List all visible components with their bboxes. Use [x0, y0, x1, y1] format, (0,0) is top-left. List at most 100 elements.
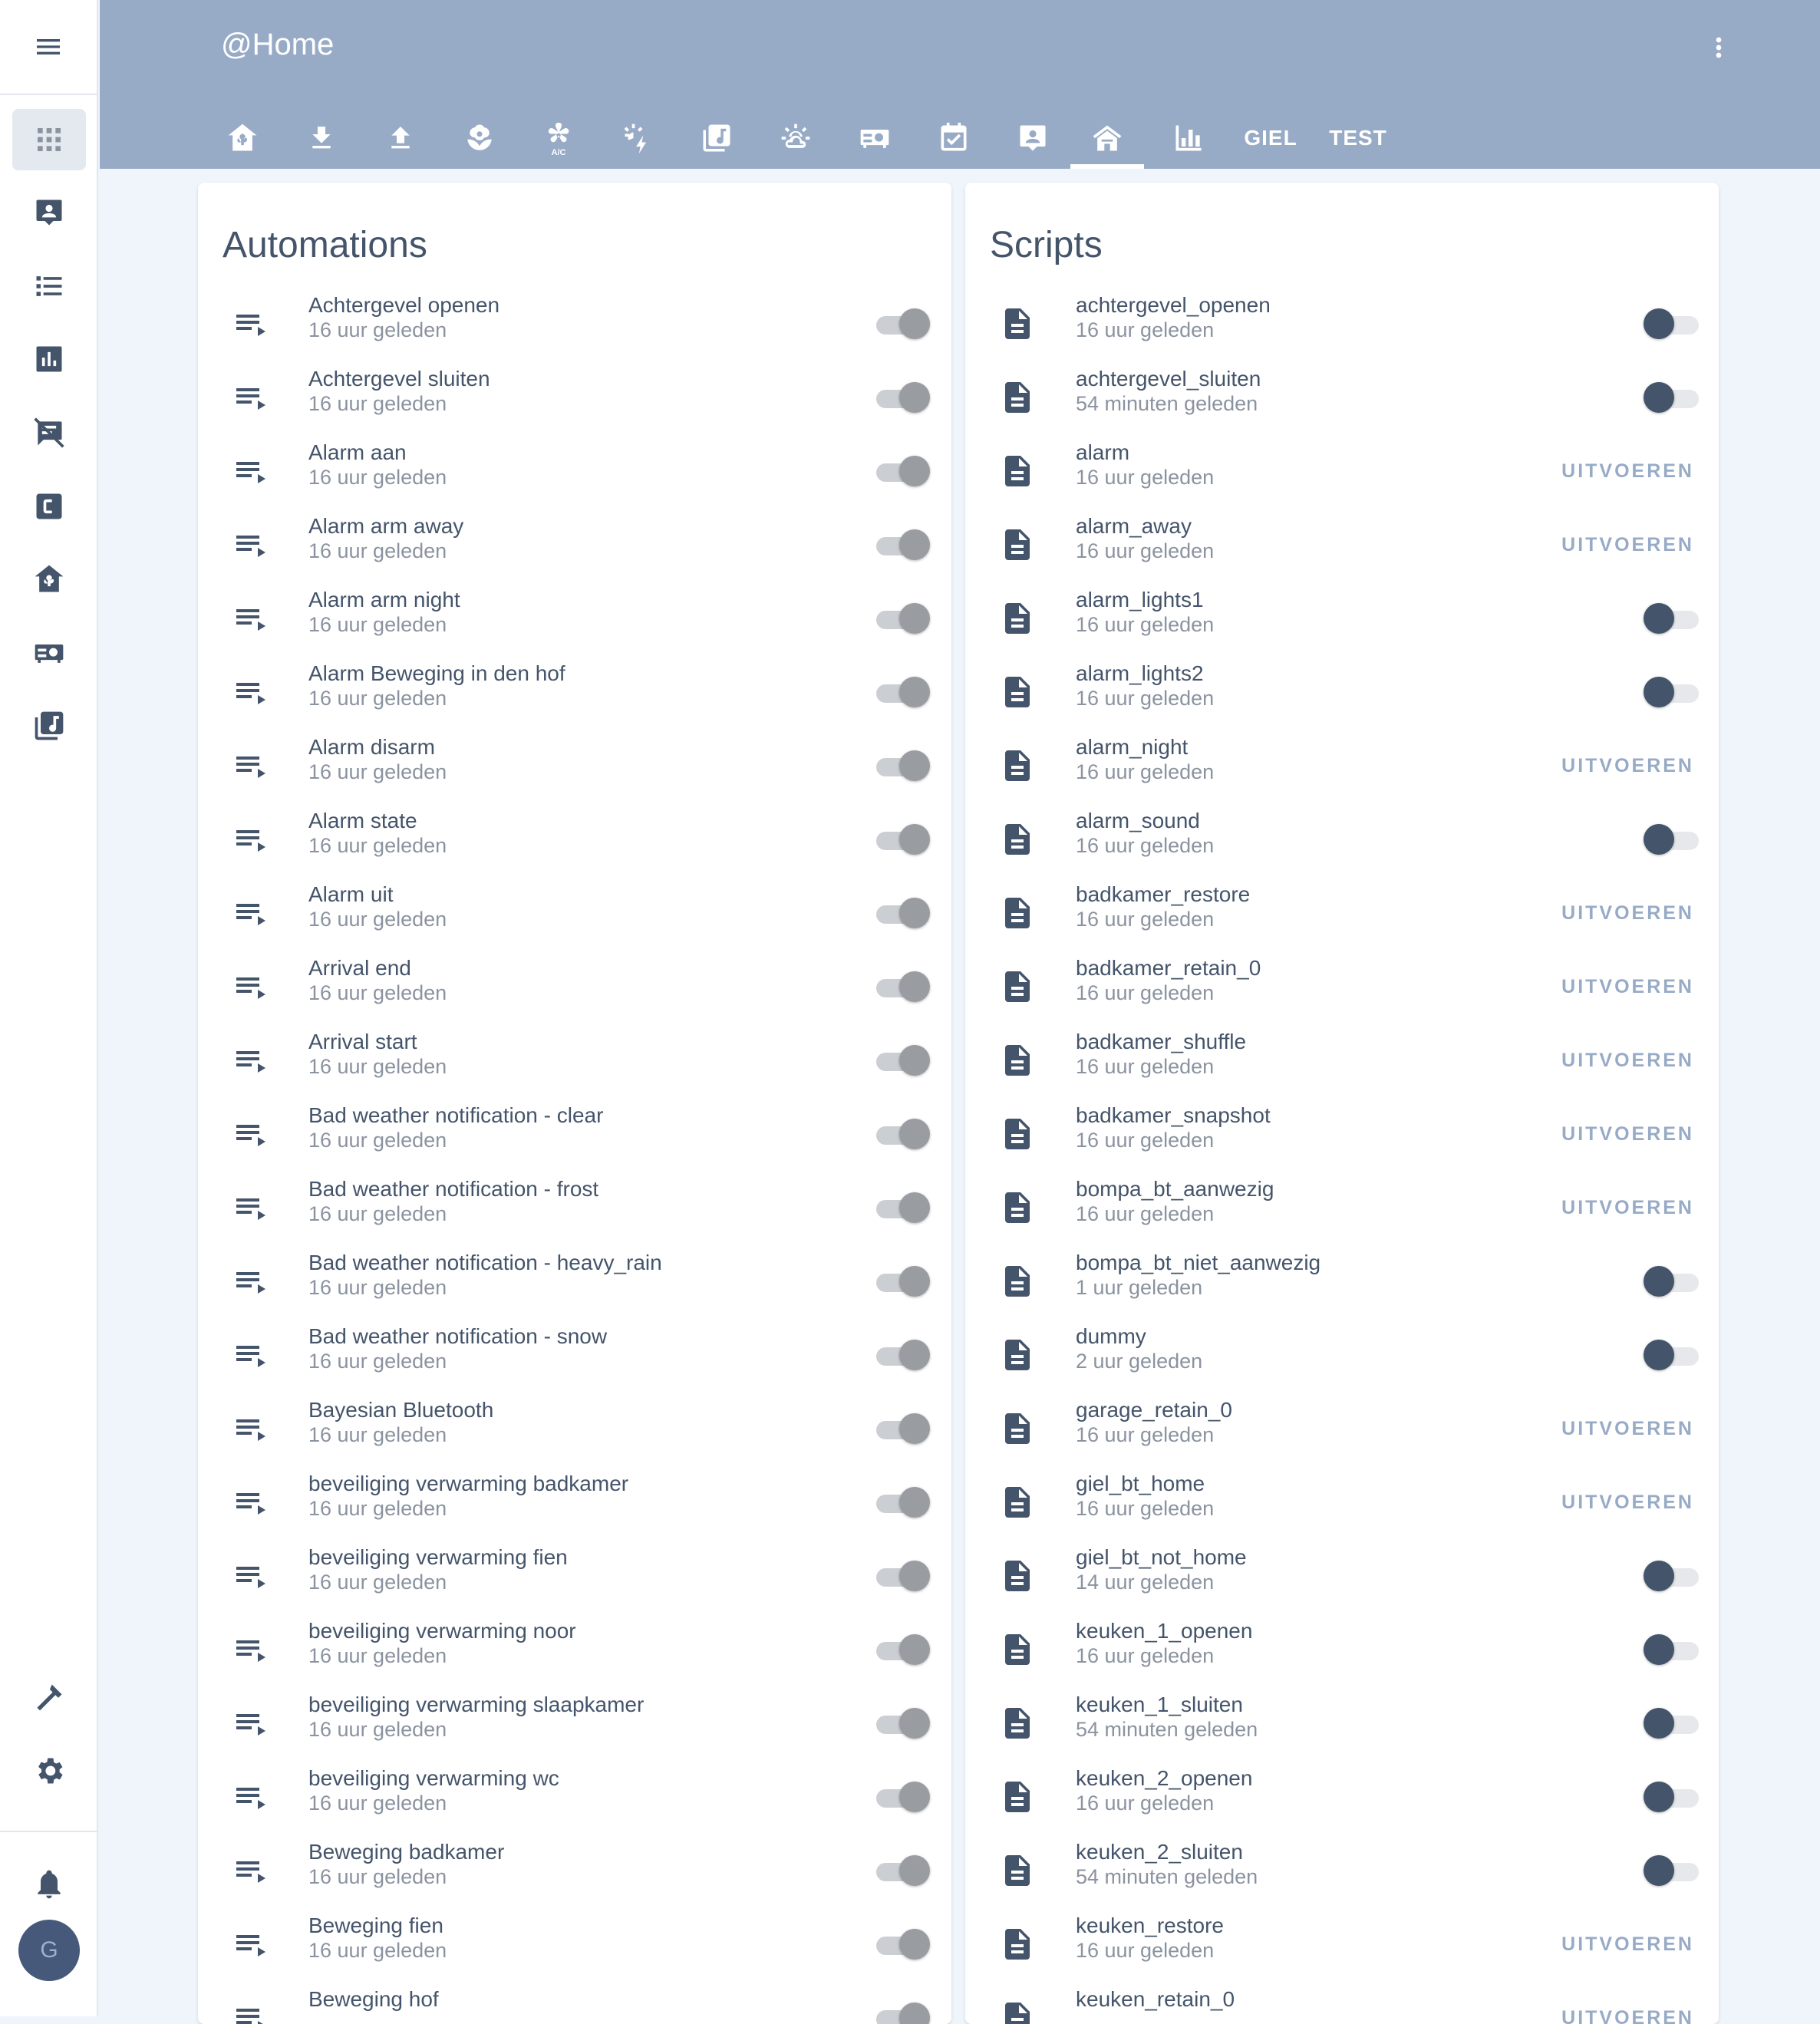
overflow-menu-button[interactable] [1703, 23, 1734, 72]
automation-row[interactable]: Arrival start 16 uur geleden [198, 1024, 951, 1097]
automation-row[interactable]: beveiliging verwarming badkamer 16 uur g… [198, 1465, 951, 1539]
automation-toggle[interactable] [873, 526, 931, 563]
script-toggle[interactable] [1640, 305, 1699, 342]
script-toggle[interactable] [1640, 1558, 1699, 1594]
script-row[interactable]: alarm_sound 16 uur geleden [965, 803, 1719, 876]
automation-toggle[interactable] [873, 895, 931, 931]
script-toggle[interactable] [1640, 1631, 1699, 1668]
script-row[interactable]: achtergevel_openen 16 uur geleden [965, 287, 1719, 361]
script-row[interactable]: achtergevel_sluiten 54 minuten geleden [965, 361, 1719, 434]
script-row[interactable]: badkamer_restore 16 uur geleden UITVOERE… [965, 876, 1719, 950]
automation-toggle[interactable] [873, 379, 931, 416]
script-row[interactable]: bompa_bt_aanwezig 16 uur geleden UITVOER… [965, 1171, 1719, 1244]
automation-toggle[interactable] [873, 1852, 931, 1889]
run-script-button[interactable]: UITVOEREN [1561, 1484, 1694, 1521]
automation-toggle[interactable] [873, 305, 931, 342]
automation-row[interactable]: Bad weather notification - frost 16 uur … [198, 1171, 951, 1244]
run-script-button[interactable]: UITVOEREN [1561, 1189, 1694, 1226]
run-script-button[interactable]: UITVOEREN [1561, 747, 1694, 784]
script-row[interactable]: bompa_bt_niet_aanwezig 1 uur geleden [965, 1244, 1719, 1318]
run-script-button[interactable]: UITVOEREN [1561, 1999, 1694, 2024]
tab-statistics[interactable] [1161, 107, 1216, 169]
automation-toggle[interactable] [873, 1116, 931, 1152]
tab-giel[interactable]: GIEL [1234, 107, 1307, 169]
script-toggle[interactable] [1640, 379, 1699, 416]
sidebar-item-settings[interactable] [12, 1740, 86, 1801]
automation-toggle[interactable] [873, 968, 931, 1005]
automation-row[interactable]: Beweging fien 16 uur geleden [198, 1907, 951, 1981]
script-row[interactable]: badkamer_snapshot 16 uur geleden UITVOER… [965, 1097, 1719, 1171]
automation-row[interactable]: Alarm state 16 uur geleden [198, 803, 951, 876]
run-script-button[interactable]: UITVOEREN [1561, 1410, 1694, 1447]
script-row[interactable]: keuken_2_sluiten 54 minuten geleden [965, 1834, 1719, 1907]
script-row[interactable]: alarm_away 16 uur geleden UITVOEREN [965, 508, 1719, 582]
automation-toggle[interactable] [873, 1484, 931, 1521]
automation-toggle[interactable] [873, 1631, 931, 1668]
run-script-button[interactable]: UITVOEREN [1561, 1926, 1694, 1963]
script-toggle[interactable] [1640, 1778, 1699, 1815]
sidebar-item-developer-tools[interactable] [12, 1666, 86, 1728]
script-toggle[interactable] [1640, 1852, 1699, 1889]
script-toggle[interactable] [1640, 821, 1699, 858]
automation-row[interactable]: Alarm Beweging in den hof 16 uur geleden [198, 655, 951, 729]
script-row[interactable]: keuken_restore 16 uur geleden UITVOEREN [965, 1907, 1719, 1981]
sidebar-item-overview[interactable] [12, 109, 86, 170]
automation-row[interactable]: beveiliging verwarming fien 16 uur geled… [198, 1539, 951, 1613]
automation-row[interactable]: beveiliging verwarming wc 16 uur geleden [198, 1760, 951, 1834]
run-script-button[interactable]: UITVOEREN [1561, 526, 1694, 563]
automation-toggle[interactable] [873, 1263, 931, 1300]
script-toggle[interactable] [1640, 600, 1699, 637]
avatar[interactable]: G [18, 1920, 80, 1981]
script-row[interactable]: alarm 16 uur geleden UITVOEREN [965, 434, 1719, 508]
automation-row[interactable]: beveiliging verwarming slaapkamer 16 uur… [198, 1686, 951, 1760]
tab-home-flower[interactable] [215, 107, 270, 169]
script-toggle[interactable] [1640, 1705, 1699, 1742]
script-row[interactable]: keuken_1_sluiten 54 minuten geleden [965, 1686, 1719, 1760]
automation-toggle[interactable] [873, 453, 931, 490]
script-toggle[interactable] [1640, 1337, 1699, 1373]
run-script-button[interactable]: UITVOEREN [1561, 895, 1694, 931]
script-row[interactable]: alarm_lights2 16 uur geleden [965, 655, 1719, 729]
automation-toggle[interactable] [873, 674, 931, 710]
sidebar-item-projector[interactable] [12, 622, 86, 684]
script-toggle[interactable] [1640, 674, 1699, 710]
automation-row[interactable]: Alarm arm away 16 uur geleden [198, 508, 951, 582]
script-row[interactable]: alarm_night 16 uur geleden UITVOEREN [965, 729, 1719, 803]
tab-flash[interactable] [610, 107, 665, 169]
tab-persons[interactable] [1005, 107, 1060, 169]
automation-row[interactable]: Achtergevel openen 16 uur geleden [198, 287, 951, 361]
automation-row[interactable]: Alarm arm night 16 uur geleden [198, 582, 951, 655]
automation-row[interactable]: Alarm aan 16 uur geleden [198, 434, 951, 508]
script-row[interactable]: keuken_retain_0 UITVOEREN [965, 1981, 1719, 2024]
script-row[interactable]: badkamer_retain_0 16 uur geleden UITVOER… [965, 950, 1719, 1024]
script-row[interactable]: keuken_2_openen 16 uur geleden [965, 1760, 1719, 1834]
tab-flower[interactable] [452, 107, 507, 169]
tab-music-library[interactable] [689, 107, 744, 169]
sidebar-item-music[interactable] [12, 695, 86, 757]
run-script-button[interactable]: UITVOEREN [1561, 968, 1694, 1005]
script-toggle[interactable] [1640, 1263, 1699, 1300]
sidebar-item-c[interactable] [12, 476, 86, 537]
automation-row[interactable]: Alarm uit 16 uur geleden [198, 876, 951, 950]
automation-row[interactable]: Bad weather notification - heavy_rain 16… [198, 1244, 951, 1318]
sidebar-item-persons[interactable] [12, 182, 86, 243]
automation-row[interactable]: Bayesian Bluetooth 16 uur geleden [198, 1392, 951, 1465]
tab-test[interactable]: TEST [1321, 107, 1395, 169]
sidebar-item-garden[interactable] [12, 549, 86, 610]
tab-upload[interactable] [373, 107, 428, 169]
automation-row[interactable]: Bad weather notification - clear 16 uur … [198, 1097, 951, 1171]
script-row[interactable]: dummy 2 uur geleden [965, 1318, 1719, 1392]
automation-row[interactable]: Beweging badkamer 16 uur geleden [198, 1834, 951, 1907]
automation-toggle[interactable] [873, 821, 931, 858]
sidebar-item-messages[interactable] [12, 402, 86, 463]
sidebar-item-history[interactable] [12, 328, 86, 390]
tab-weather[interactable] [768, 107, 823, 169]
automation-toggle[interactable] [873, 600, 931, 637]
automation-row[interactable]: Alarm disarm 16 uur geleden [198, 729, 951, 803]
automation-toggle[interactable] [873, 1705, 931, 1742]
script-row[interactable]: badkamer_shuffle 16 uur geleden UITVOERE… [965, 1024, 1719, 1097]
tab-download[interactable] [294, 107, 349, 169]
automation-row[interactable]: Bad weather notification - snow 16 uur g… [198, 1318, 951, 1392]
script-row[interactable]: giel_bt_home 16 uur geleden UITVOEREN [965, 1465, 1719, 1539]
run-script-button[interactable]: UITVOEREN [1561, 1116, 1694, 1152]
